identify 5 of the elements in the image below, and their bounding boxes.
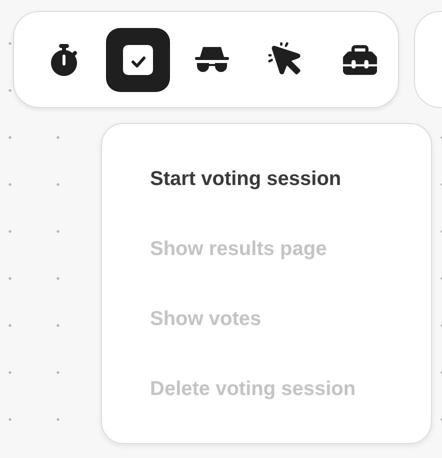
stopwatch-icon [48,44,80,76]
menu-item[interactable]: Start voting session [150,162,342,196]
checkbox-icon [121,42,155,76]
toolbox-icon [343,42,377,76]
tool-button[interactable] [106,28,170,92]
